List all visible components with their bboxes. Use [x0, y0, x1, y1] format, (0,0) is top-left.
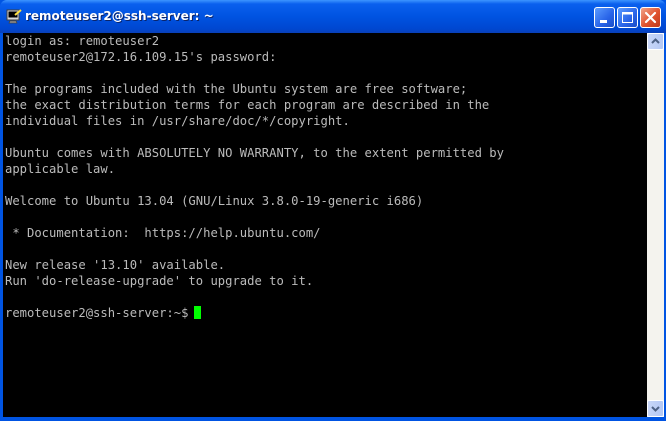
putty-terminal-icon[interactable]: [6, 8, 22, 24]
scroll-up-button[interactable]: [647, 33, 664, 50]
maximize-button[interactable]: [617, 7, 638, 28]
text-cursor: [194, 306, 202, 319]
maximize-icon: [622, 12, 633, 23]
terminal-prompt-line[interactable]: remoteuser2@ssh-server:~$: [5, 305, 202, 321]
minimize-icon: [600, 20, 607, 23]
minimize-button[interactable]: [594, 7, 615, 28]
terminal-line: the exact distribution terms for each pr…: [5, 98, 490, 112]
close-icon: [644, 11, 657, 24]
shell-prompt: remoteuser2@ssh-server:~$: [5, 306, 189, 320]
arrow-up-icon: [651, 38, 660, 44]
terminal-line: The programs included with the Ubuntu sy…: [5, 82, 468, 96]
terminal-line: login as: remoteuser2: [5, 34, 160, 48]
arrow-down-icon: [651, 406, 660, 412]
terminal-line: * Documentation: https://help.ubuntu.com…: [5, 226, 321, 240]
terminal-line: Ubuntu comes with ABSOLUTELY NO WARRANTY…: [5, 146, 504, 160]
terminal-line: applicable law.: [5, 162, 116, 176]
window-bottom-border: [0, 417, 666, 421]
close-button[interactable]: [640, 7, 661, 28]
title-bar[interactable]: remoteuser2@ssh-server: ~: [0, 0, 666, 33]
scroll-down-button[interactable]: [647, 400, 664, 417]
terminal-line: Welcome to Ubuntu 13.04 (GNU/Linux 3.8.0…: [5, 194, 424, 208]
terminal-line: individual files in /usr/share/doc/*/cop…: [5, 114, 350, 128]
terminal-line: New release '13.10' available.: [5, 258, 226, 272]
terminal-line: Run 'do-release-upgrade' to upgrade to i…: [5, 274, 314, 288]
terminal-window: remoteuser2@ssh-server: ~ login as: remo…: [0, 0, 666, 421]
vertical-scrollbar[interactable]: [647, 33, 664, 417]
terminal-line: remoteuser2@172.16.109.15's password:: [5, 50, 277, 64]
terminal-output[interactable]: login as: remoteuser2 remoteuser2@172.16…: [3, 33, 647, 417]
window-title: remoteuser2@ssh-server: ~: [25, 9, 214, 23]
